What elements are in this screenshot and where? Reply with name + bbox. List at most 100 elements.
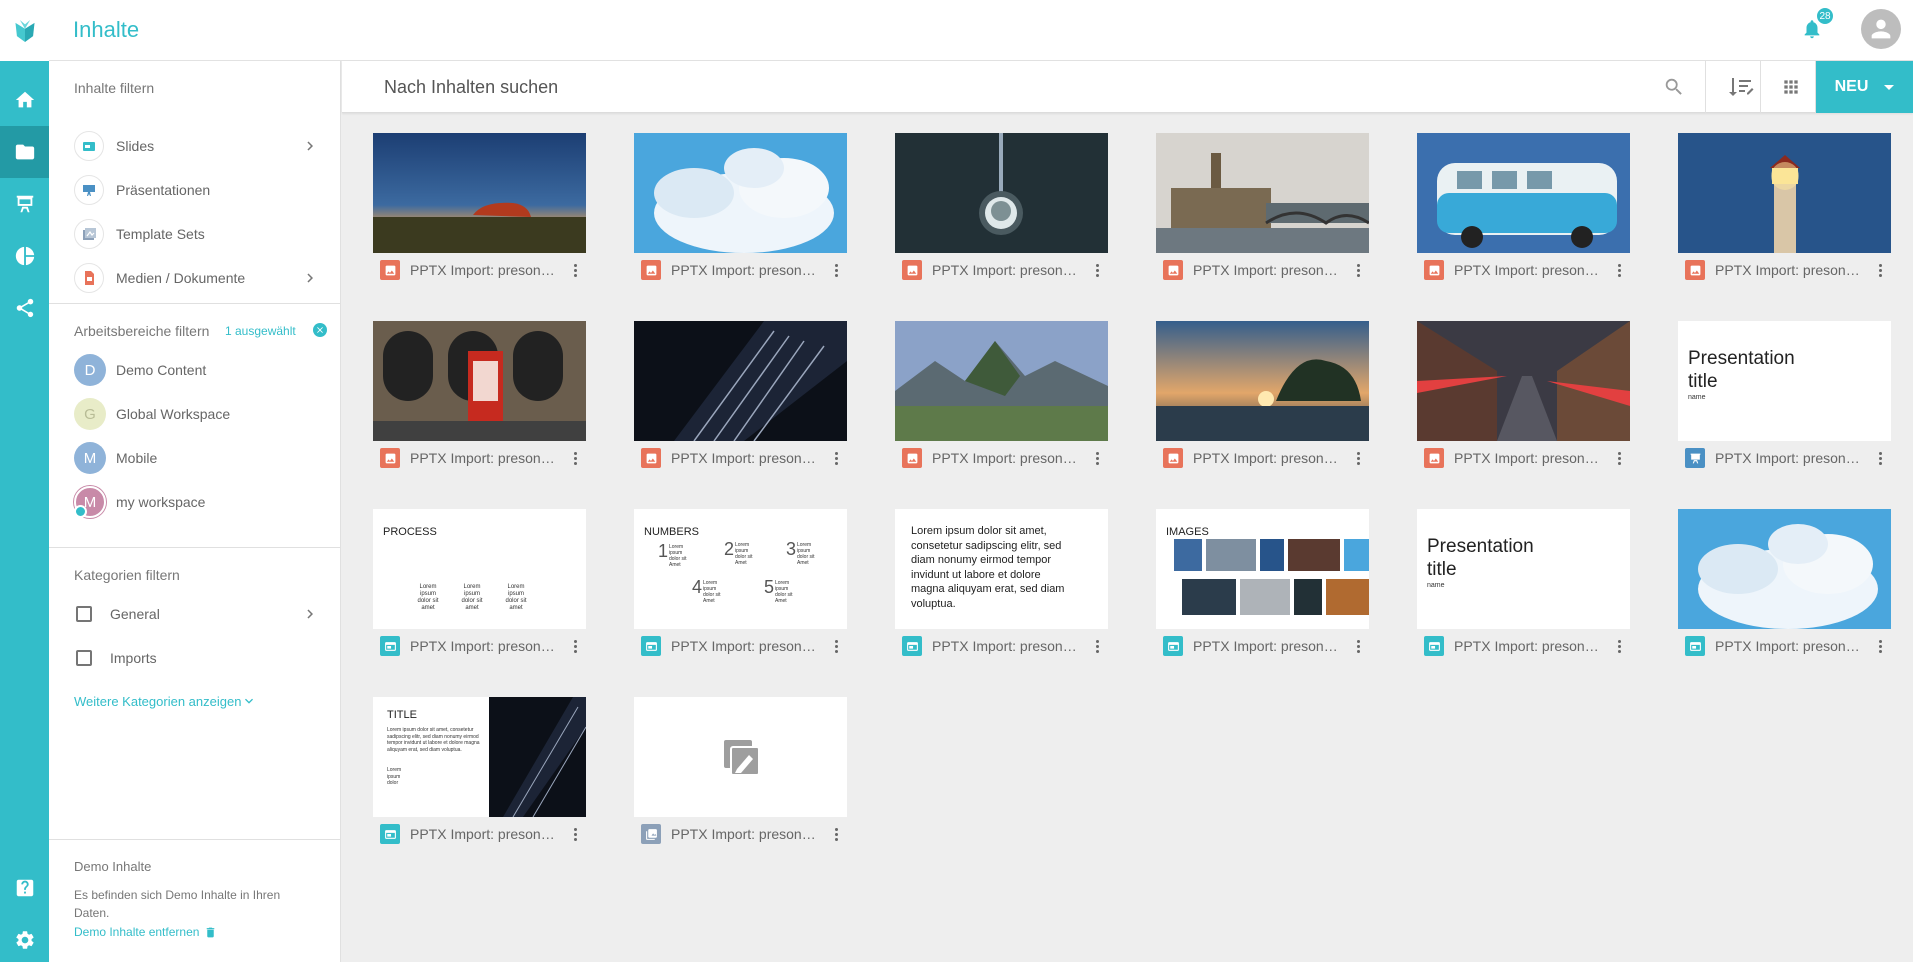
content-card[interactable]: PPTX Import: presono... (1417, 321, 1630, 471)
card-thumbnail[interactable] (1156, 133, 1369, 253)
content-card[interactable]: PPTX Import: presono... (1678, 509, 1891, 659)
workspace-my-workspace[interactable]: M my workspace (74, 484, 319, 520)
user-avatar[interactable] (1861, 9, 1901, 49)
search-input[interactable]: Nach Inhalten suchen (384, 77, 558, 98)
search-button[interactable] (1663, 76, 1685, 103)
content-card[interactable]: Presentation title name PPTX Import: preso… (1678, 321, 1891, 471)
more-vert-icon[interactable] (1090, 260, 1104, 280)
card-caption: PPTX Import: presono... (634, 448, 847, 468)
card-thumbnail[interactable]: Lorem ipsum dolor sit amet, consetetur s… (895, 509, 1108, 629)
rail-content-button[interactable] (0, 126, 49, 178)
filter-presentations[interactable]: Präsentationen (74, 172, 319, 208)
rail-analytics-button[interactable] (0, 230, 49, 282)
image-icon (1685, 260, 1705, 280)
more-vert-icon[interactable] (1612, 260, 1626, 280)
more-vert-icon[interactable] (1090, 448, 1104, 468)
rail-home-button[interactable] (0, 74, 49, 126)
card-caption: PPTX Import: presono... (895, 448, 1108, 468)
card-thumbnail[interactable]: TITLE Lorem ipsum dolor sit amet, consete… (373, 697, 586, 817)
content-card[interactable]: IMAGES PPTX Import: presono... (1156, 509, 1369, 659)
category-general[interactable]: General (74, 596, 319, 632)
content-card[interactable]: PPTX Import: presono... (634, 133, 847, 283)
workspace-global[interactable]: G Global Workspace (74, 396, 319, 432)
more-vert-icon[interactable] (568, 636, 582, 656)
content-card[interactable]: PPTX Import: presono... (634, 697, 847, 847)
card-thumbnail[interactable] (895, 321, 1108, 441)
card-thumbnail[interactable] (1156, 321, 1369, 441)
content-card[interactable]: PPTX Import: presono... (1156, 133, 1369, 283)
filter-slides[interactable]: Slides (74, 128, 319, 164)
app-logo[interactable] (0, 0, 49, 61)
more-vert-icon[interactable] (829, 260, 843, 280)
checkbox[interactable] (76, 650, 92, 666)
sort-button[interactable] (1727, 75, 1755, 104)
card-thumbnail[interactable]: IMAGES (1156, 509, 1369, 629)
card-thumbnail[interactable] (634, 321, 847, 441)
more-vert-icon[interactable] (1612, 636, 1626, 656)
remove-demo-link[interactable]: Demo Inhalte entfernen (74, 925, 217, 939)
card-thumbnail[interactable]: NUMBERS 1 Lorem ipsum dolor sit Amet 2 Lorem… (634, 509, 847, 629)
more-vert-icon[interactable] (829, 448, 843, 468)
content-card[interactable]: PPTX Import: presono... (1156, 321, 1369, 471)
workspace-mobile[interactable]: M Mobile (74, 440, 319, 476)
workspace-filter-title: Arbeitsbereiche filtern (74, 323, 210, 339)
card-thumbnail[interactable] (1678, 133, 1891, 253)
card-thumbnail[interactable] (1417, 321, 1630, 441)
content-card[interactable]: PPTX Import: presono... (895, 133, 1108, 283)
checkbox[interactable] (76, 606, 92, 622)
more-vert-icon[interactable] (829, 824, 843, 844)
card-caption: PPTX Import: presono... (373, 824, 586, 844)
content-card[interactable]: TITLE Lorem ipsum dolor sit amet, consete… (373, 697, 586, 847)
more-vert-icon[interactable] (1351, 448, 1365, 468)
content-card[interactable]: PPTX Import: presono... (1417, 133, 1630, 283)
more-vert-icon[interactable] (1873, 636, 1887, 656)
card-title: PPTX Import: presono... (671, 638, 821, 654)
more-vert-icon[interactable] (1612, 448, 1626, 468)
card-thumbnail[interactable] (634, 133, 847, 253)
slide-icon (74, 131, 104, 161)
nav-rail (0, 0, 49, 962)
more-vert-icon[interactable] (1090, 636, 1104, 656)
more-vert-icon[interactable] (568, 448, 582, 468)
more-vert-icon[interactable] (1873, 260, 1887, 280)
more-vert-icon[interactable] (1873, 448, 1887, 468)
card-thumbnail[interactable] (634, 697, 847, 817)
filter-template-sets[interactable]: Template Sets (74, 216, 319, 252)
more-vert-icon[interactable] (829, 636, 843, 656)
new-button[interactable]: NEU (1816, 61, 1913, 113)
home-icon (15, 91, 34, 108)
more-vert-icon[interactable] (1351, 636, 1365, 656)
rail-help-button[interactable] (0, 862, 49, 914)
card-thumbnail[interactable] (1417, 133, 1630, 253)
more-vert-icon[interactable] (1351, 260, 1365, 280)
content-card[interactable]: PPTX Import: presono... (373, 133, 586, 283)
content-card[interactable]: NUMBERS 1 Lorem ipsum dolor sit Amet 2 Lorem… (634, 509, 847, 659)
content-card[interactable]: PPTX Import: presono... (1678, 133, 1891, 283)
category-imports[interactable]: Imports (74, 640, 319, 676)
content-card[interactable]: PPTX Import: presono... (373, 321, 586, 471)
card-thumbnail[interactable] (373, 133, 586, 253)
card-thumbnail[interactable] (373, 321, 586, 441)
presenter-icon (74, 175, 104, 205)
workspace-demo-content[interactable]: D Demo Content (74, 352, 319, 388)
rail-presentation-button[interactable] (0, 178, 49, 230)
more-categories-link[interactable]: Weitere Kategorien anzeigen (74, 693, 257, 709)
filter-media[interactable]: Medien / Dokumente (74, 260, 319, 296)
more-vert-icon[interactable] (568, 260, 582, 280)
help-icon (16, 879, 33, 897)
card-thumbnail[interactable]: PROCESS Lorem ipsum dolor sit amet Lorem i… (373, 509, 586, 629)
content-card[interactable]: Lorem ipsum dolor sit amet, consetetur s… (895, 509, 1108, 659)
more-vert-icon[interactable] (568, 824, 582, 844)
card-thumbnail[interactable]: Presentation title name (1678, 321, 1891, 441)
content-card[interactable]: PPTX Import: presono... (634, 321, 847, 471)
content-card[interactable]: Presentation title name PPTX Import: preso… (1417, 509, 1630, 659)
card-thumbnail[interactable]: Presentation title name (1417, 509, 1630, 629)
card-thumbnail[interactable] (895, 133, 1108, 253)
card-thumbnail[interactable] (1678, 509, 1891, 629)
clear-workspace-filter-button[interactable] (313, 323, 327, 337)
content-card[interactable]: PROCESS Lorem ipsum dolor sit amet Lorem i… (373, 509, 586, 659)
rail-settings-button[interactable] (0, 914, 49, 962)
content-card[interactable]: PPTX Import: presono... (895, 321, 1108, 471)
rail-share-button[interactable] (0, 282, 49, 334)
grid-view-button[interactable] (1781, 77, 1801, 102)
